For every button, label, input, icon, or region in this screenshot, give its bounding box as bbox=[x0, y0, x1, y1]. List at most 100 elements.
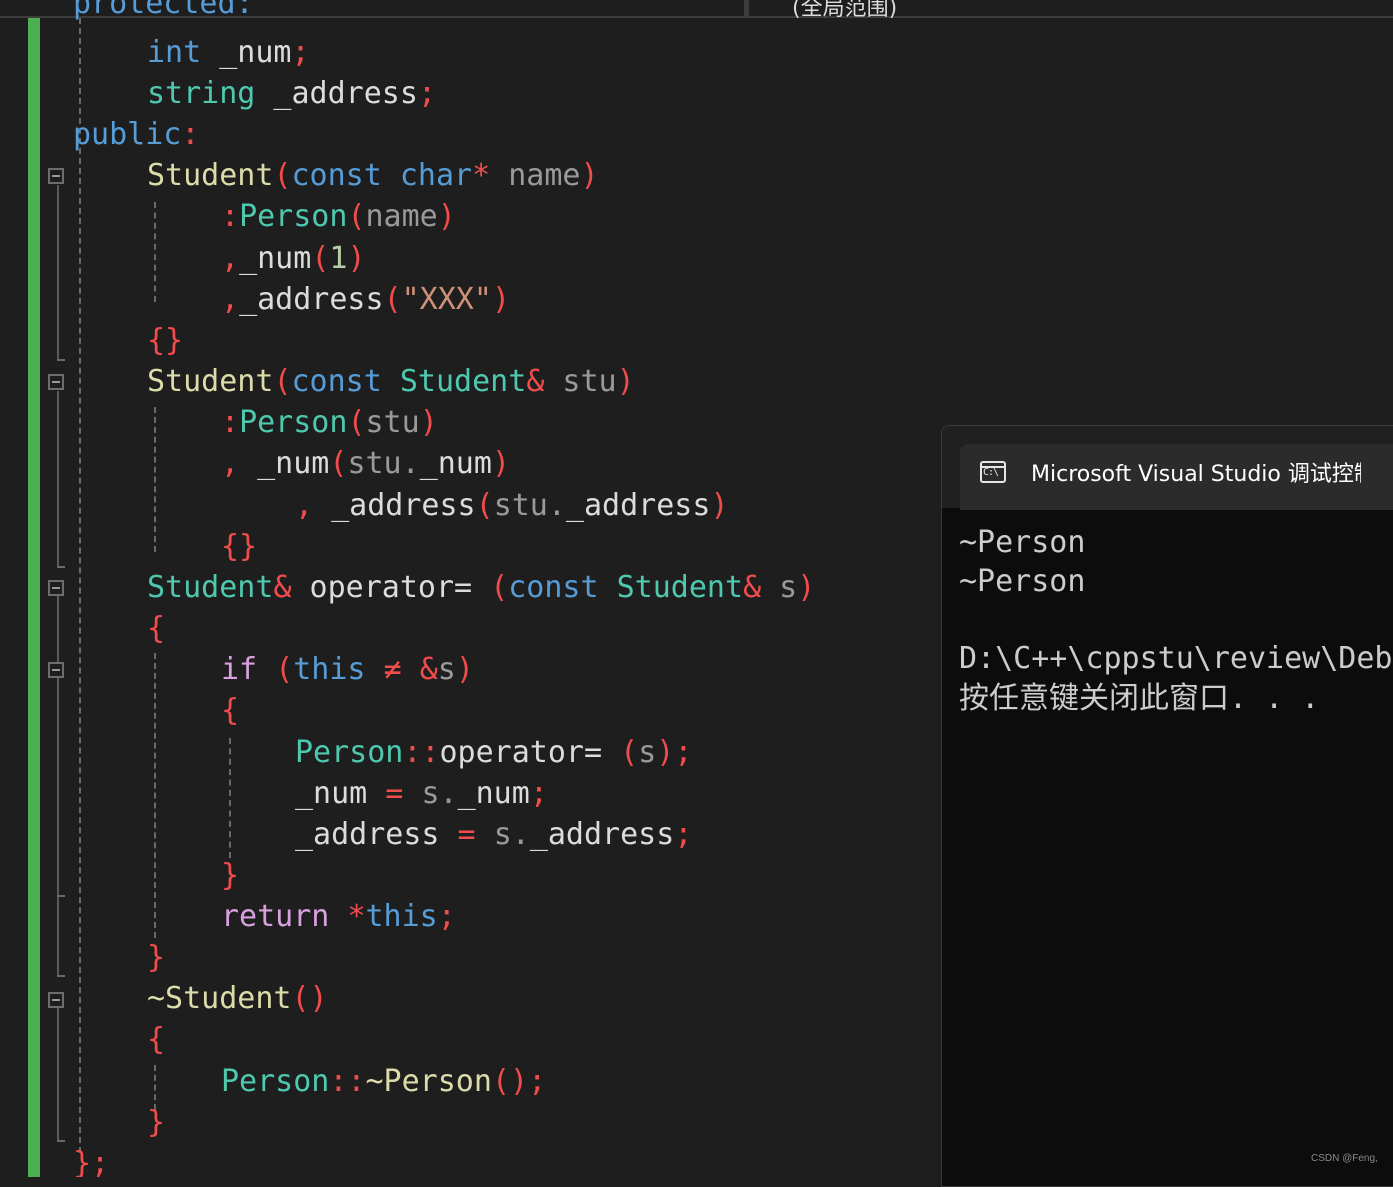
code-token: { bbox=[147, 1022, 166, 1057]
code-line[interactable]: , _address(stu._address) bbox=[295, 486, 729, 526]
code-line[interactable]: ,_num(1) bbox=[221, 239, 366, 279]
console-tab[interactable]: C:\ Microsoft Visual Studio 调试控制台 × bbox=[960, 444, 1393, 510]
code-token: Person bbox=[295, 735, 404, 770]
code-token: Person bbox=[239, 199, 348, 234]
code-line[interactable]: string _address; bbox=[147, 74, 436, 114]
code-line[interactable]: public: bbox=[73, 115, 199, 155]
code-line[interactable]: { bbox=[221, 691, 239, 731]
code-token: const bbox=[508, 570, 599, 605]
code-token: _address bbox=[239, 282, 384, 317]
terminal-icon: C:\ bbox=[980, 461, 1006, 483]
code-token: ) bbox=[347, 241, 366, 276]
code-token: ) bbox=[455, 652, 474, 687]
code-token: } bbox=[147, 1105, 166, 1140]
code-token: _num bbox=[239, 241, 312, 276]
code-token: , bbox=[295, 488, 314, 523]
console-line: 按任意键关闭此窗口. . . bbox=[959, 681, 1320, 716]
console-output[interactable]: ~Person ~Person D:\C++\cppstu\review\Deb… bbox=[942, 510, 1393, 1186]
code-token: ( bbox=[329, 446, 348, 481]
code-line[interactable]: _num = s._num; bbox=[295, 774, 548, 814]
code-token: ( bbox=[347, 405, 366, 440]
code-token: stu bbox=[493, 488, 548, 523]
code-token: ; bbox=[291, 35, 310, 70]
code-line[interactable]: } bbox=[147, 1103, 165, 1143]
scope-dropdown[interactable]: (全局范围) bbox=[792, 0, 897, 22]
change-tracking-bar bbox=[28, 0, 40, 1177]
code-line[interactable]: { bbox=[147, 1020, 165, 1060]
code-token: & bbox=[743, 570, 762, 605]
code-token: s bbox=[761, 570, 798, 605]
split-divider[interactable] bbox=[744, 0, 749, 16]
code-token: , bbox=[221, 241, 240, 276]
code-token: {} bbox=[221, 529, 258, 564]
code-token: ( bbox=[347, 199, 366, 234]
code-token: Student bbox=[616, 570, 744, 605]
code-line[interactable]: } bbox=[147, 938, 165, 978]
code-line[interactable]: _address = s._address; bbox=[295, 815, 692, 855]
code-line[interactable]: }; bbox=[73, 1144, 109, 1177]
code-line[interactable]: Student(const Student& stu) bbox=[147, 362, 635, 402]
code-line[interactable]: Person::~Person(); bbox=[221, 1062, 546, 1102]
indent-guide bbox=[79, 18, 81, 1153]
code-line[interactable]: ,_address("XXX") bbox=[221, 280, 510, 320]
code-token: _address bbox=[255, 76, 418, 111]
code-token: * bbox=[347, 899, 366, 934]
code-line[interactable]: int _num; bbox=[147, 33, 310, 73]
collapse-icon[interactable] bbox=[48, 580, 64, 596]
debug-console-window[interactable]: C:\ Microsoft Visual Studio 调试控制台 × ~Per… bbox=[941, 425, 1393, 1187]
code-line[interactable]: {} bbox=[221, 527, 257, 567]
code-token: , bbox=[221, 446, 240, 481]
code-token: ) bbox=[491, 446, 510, 481]
code-line[interactable]: :Person(stu) bbox=[221, 403, 438, 443]
code-token: stu bbox=[347, 446, 402, 481]
code-line[interactable]: :Person(name) bbox=[221, 197, 456, 237]
code-token: _num bbox=[239, 446, 330, 481]
code-token: : bbox=[221, 199, 240, 234]
code-line[interactable]: Student& operator= (const Student& s) bbox=[147, 568, 815, 608]
code-token: ( bbox=[383, 282, 402, 317]
code-token: ; bbox=[528, 1064, 547, 1099]
fold-region-end bbox=[57, 1140, 65, 1142]
code-token: * bbox=[472, 158, 491, 193]
code-token: ( bbox=[620, 735, 639, 770]
code-token: & bbox=[526, 364, 545, 399]
code-line[interactable]: return *this; bbox=[221, 897, 456, 937]
code-line[interactable]: if (this ≠ &s) bbox=[221, 650, 474, 690]
code-token: () bbox=[291, 981, 328, 1016]
code-token: s bbox=[437, 652, 456, 687]
collapse-icon[interactable] bbox=[48, 992, 64, 1008]
code-line[interactable]: Person::operator= (s); bbox=[295, 733, 692, 773]
code-token: = bbox=[367, 776, 422, 811]
editor-top-strip: protected: (全局范围) bbox=[0, 0, 1393, 21]
code-token: : bbox=[181, 117, 200, 152]
indent-guide bbox=[229, 738, 231, 858]
code-token: this bbox=[365, 899, 438, 934]
code-token: _address bbox=[313, 488, 476, 523]
code-line[interactable]: ~Student() bbox=[147, 979, 328, 1019]
code-token: , bbox=[221, 282, 240, 317]
code-token: & bbox=[273, 570, 292, 605]
code-line[interactable]: Student(const char* name) bbox=[147, 156, 599, 196]
console-titlebar[interactable]: C:\ Microsoft Visual Studio 调试控制台 × bbox=[942, 426, 1393, 510]
code-line[interactable]: {} bbox=[147, 321, 183, 361]
collapse-icon[interactable] bbox=[48, 374, 64, 390]
code-line[interactable]: , _num(stu._num) bbox=[221, 444, 510, 484]
code-line[interactable]: { bbox=[147, 609, 165, 649]
collapse-icon[interactable] bbox=[48, 168, 64, 184]
code-line[interactable]: } bbox=[221, 856, 239, 896]
code-token: stu bbox=[365, 405, 420, 440]
indent-guide bbox=[154, 653, 156, 938]
fold-region-line bbox=[57, 596, 59, 976]
code-token: name bbox=[365, 199, 438, 234]
code-token: stu bbox=[544, 364, 617, 399]
code-token: _num bbox=[201, 35, 292, 70]
collapse-icon[interactable] bbox=[48, 662, 64, 678]
code-token: :: bbox=[329, 1064, 366, 1099]
console-title: Microsoft Visual Studio 调试控制台 bbox=[1031, 462, 1361, 487]
code-token: ) bbox=[656, 735, 675, 770]
code-token: ( bbox=[273, 158, 292, 193]
code-token: 1 bbox=[329, 241, 348, 276]
code-token: ( bbox=[311, 241, 330, 276]
